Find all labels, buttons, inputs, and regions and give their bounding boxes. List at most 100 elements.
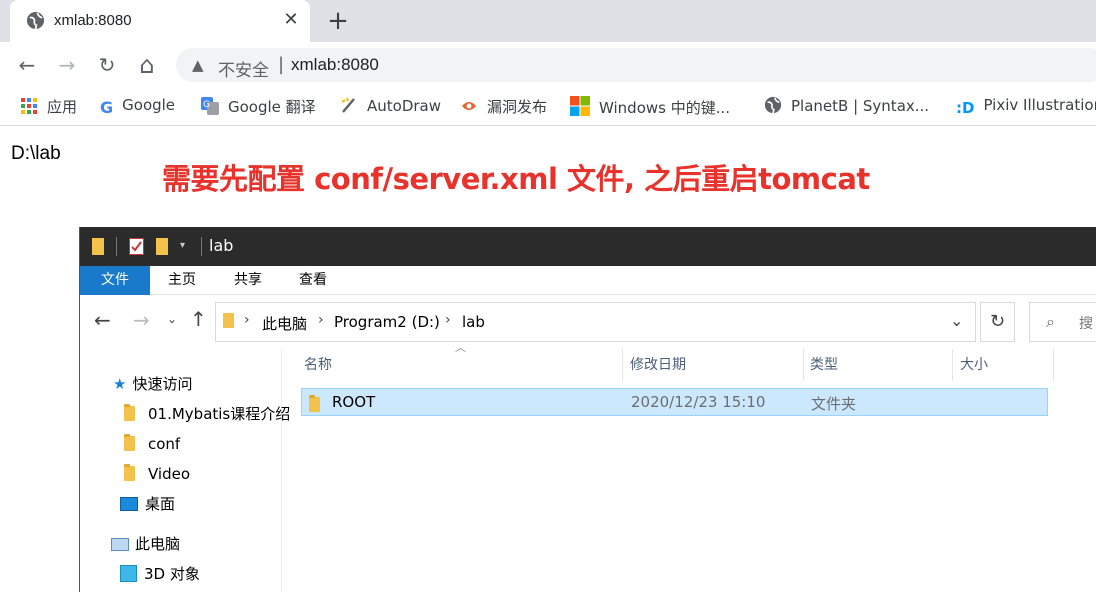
new-tab-button[interactable]: + xyxy=(324,8,352,36)
file-name: ROOT xyxy=(332,393,376,411)
folder-icon xyxy=(223,313,234,328)
column-header-name[interactable]: 名称 xyxy=(301,349,623,381)
bookmark-vuln[interactable]: 漏洞发布 xyxy=(460,96,547,118)
chevron-down-icon[interactable]: ⌄ xyxy=(950,311,963,330)
google-translate-icon: G xyxy=(201,97,219,115)
bookmark-windows-keys[interactable]: Windows 中的键... xyxy=(570,96,730,118)
security-label[interactable]: 不安全 xyxy=(218,56,269,81)
search-icon: ⌕ xyxy=(1046,312,1055,331)
address-box[interactable]: › 此电脑 › Program2 (D:) › lab ⌄ xyxy=(215,302,976,342)
browser-toolbar: ← → ↻ ⌂ ▲ 不安全 | xmlab:8080 xyxy=(0,42,1096,88)
cube-icon xyxy=(120,565,137,582)
bookmark-label: PlanetB | Syntax... xyxy=(791,97,930,115)
globe-icon xyxy=(764,96,782,114)
forward-arrow-icon[interactable]: → xyxy=(133,308,150,332)
windows-icon xyxy=(570,96,590,116)
column-header-modified[interactable]: 修改日期 xyxy=(627,349,804,381)
tab-file[interactable]: 文件 xyxy=(80,266,150,295)
up-arrow-icon[interactable]: ↑ xyxy=(190,307,207,331)
address-row: ← → ⌄ ↑ › 此电脑 › Program2 (D:) › lab ⌄ ↻ … xyxy=(80,295,1096,349)
tab-title: xmlab:8080 xyxy=(54,12,132,29)
annotation-text: 需要先配置 conf/server.xml 文件, 之后重启tomcat xyxy=(162,162,870,196)
nav-this-pc[interactable]: 此电脑 xyxy=(111,531,180,557)
breadcrumb-drive[interactable]: Program2 (D:) xyxy=(334,313,440,331)
address-bar[interactable]: ▲ 不安全 | xmlab:8080 xyxy=(176,48,1096,82)
column-headers: 名称 修改日期 类型 大小 xyxy=(301,349,1054,381)
new-folder-icon[interactable] xyxy=(156,238,168,255)
bookmark-apps[interactable]: 应用 xyxy=(20,96,77,118)
bookmark-label: 漏洞发布 xyxy=(487,98,548,116)
file-modified: 2020/12/23 15:10 xyxy=(631,393,766,411)
bookmark-autodraw[interactable]: AutoDraw xyxy=(340,96,441,118)
computer-icon xyxy=(111,538,129,551)
tab-home[interactable]: 主页 xyxy=(162,266,202,295)
bookmark-label: Google xyxy=(122,96,176,114)
bookmark-label: 应用 xyxy=(47,98,78,116)
nav-quick-access[interactable]: ★ 快速访问 xyxy=(113,371,192,397)
chevron-right-icon[interactable]: › xyxy=(445,312,451,328)
tab-strip: xmlab:8080 ✕ + xyxy=(0,0,1096,42)
column-header-type[interactable]: 类型 xyxy=(807,349,953,381)
bookmark-google-translate[interactable]: G Google 翻译 xyxy=(201,96,316,118)
folder-icon xyxy=(124,434,135,451)
bookmark-planetb[interactable]: PlanetB | Syntax... xyxy=(764,96,929,118)
folder-icon xyxy=(124,404,135,421)
bookmark-label: AutoDraw xyxy=(367,97,442,115)
back-button[interactable]: ← xyxy=(12,50,42,80)
page-body-text: D:\lab xyxy=(11,143,61,164)
file-explorer-window: ▾ lab 文件 主页 共享 查看 ← → ⌄ ↑ › 此电脑 › Progra… xyxy=(79,227,1096,592)
close-tab-icon[interactable]: ✕ xyxy=(282,11,300,29)
chevron-right-icon[interactable]: › xyxy=(318,312,324,328)
apps-grid-icon xyxy=(20,97,38,115)
search-input[interactable]: ⌕ 搜 xyxy=(1029,302,1096,342)
nav-item-mybatis[interactable]: 01.Mybatis课程介绍 xyxy=(124,401,290,427)
omnibox-separator: | xyxy=(278,54,285,75)
star-icon: ★ xyxy=(113,375,127,393)
titlebar-divider xyxy=(201,237,202,256)
quick-access-dropdown-icon[interactable]: ▾ xyxy=(180,240,185,251)
globe-icon xyxy=(26,11,45,30)
window-title: lab xyxy=(209,236,234,255)
file-type: 文件夹 xyxy=(811,395,857,413)
tab-share[interactable]: 共享 xyxy=(228,266,268,295)
nav-item-desktop[interactable]: 桌面 xyxy=(120,491,175,517)
breadcrumb-this-pc[interactable]: 此电脑 xyxy=(262,313,307,334)
back-arrow-icon[interactable]: ← xyxy=(94,308,111,332)
bookmark-label: Google 翻译 xyxy=(228,98,316,116)
reload-button[interactable]: ↻ xyxy=(92,50,122,80)
forward-button[interactable]: → xyxy=(52,50,82,80)
google-icon: G xyxy=(100,98,114,117)
column-header-size[interactable]: 大小 xyxy=(957,349,1054,381)
breadcrumb-lab[interactable]: lab xyxy=(462,313,485,331)
navigation-pane: ★ 快速访问 01.Mybatis课程介绍 conf Video 桌面 此电脑 3… xyxy=(80,349,290,592)
nav-item-video[interactable]: Video xyxy=(124,461,190,487)
nav-item-conf[interactable]: conf xyxy=(124,431,180,457)
chevron-right-icon[interactable]: › xyxy=(244,312,250,328)
folder-icon xyxy=(309,395,320,412)
home-button[interactable]: ⌂ xyxy=(132,50,162,80)
svg-text:G: G xyxy=(203,100,210,110)
pixiv-icon: :D xyxy=(956,99,975,117)
browser-tab[interactable]: xmlab:8080 ✕ xyxy=(10,0,310,42)
properties-icon[interactable] xyxy=(129,238,144,255)
bookmark-label: Windows 中的键... xyxy=(599,99,731,117)
url-text[interactable]: xmlab:8080 xyxy=(291,55,379,75)
bookmark-google[interactable]: G Google xyxy=(100,96,175,118)
desktop-icon xyxy=(120,497,138,511)
folder-icon xyxy=(124,464,135,481)
bookmark-pixiv[interactable]: :D Pixiv Illustration xyxy=(956,96,1096,118)
refresh-button[interactable]: ↻ xyxy=(980,302,1015,342)
file-row[interactable]: ROOT 2020/12/23 15:10 文件夹 xyxy=(301,388,1048,416)
autodraw-icon xyxy=(340,96,358,114)
titlebar-divider xyxy=(116,237,117,256)
bookmarks-bar: 应用 G Google G Google 翻译 AutoDraw 漏洞发布 Win… xyxy=(0,88,1096,126)
warning-icon[interactable]: ▲ xyxy=(192,56,204,74)
tab-view[interactable]: 查看 xyxy=(293,266,333,295)
bookmark-label: Pixiv Illustration xyxy=(983,96,1096,114)
recent-dropdown-icon[interactable]: ⌄ xyxy=(167,312,177,326)
ribbon-tabs: 文件 主页 共享 查看 xyxy=(80,266,1096,295)
explorer-titlebar: ▾ lab xyxy=(80,227,1096,266)
nav-item-3d-objects[interactable]: 3D 对象 xyxy=(120,561,200,587)
folder-icon xyxy=(92,238,104,255)
search-placeholder: 搜 xyxy=(1079,316,1093,332)
